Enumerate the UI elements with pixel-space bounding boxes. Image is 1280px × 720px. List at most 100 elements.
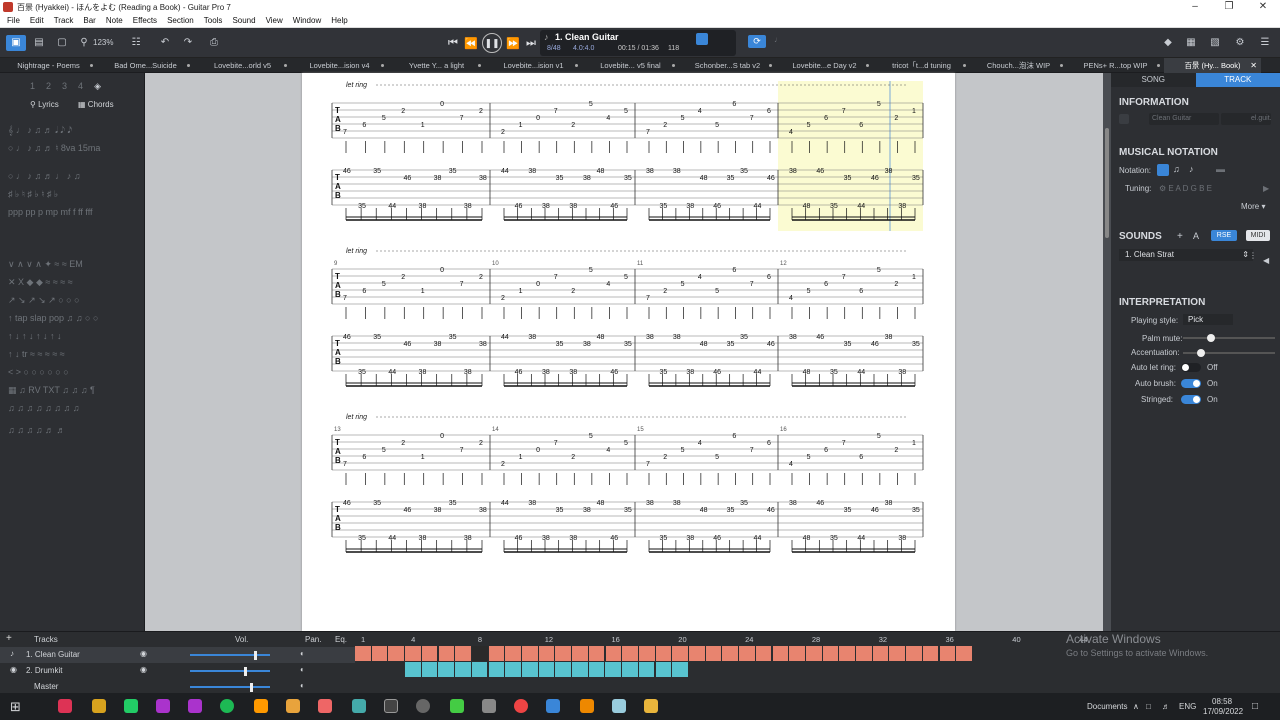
tab-document[interactable]: Schonber...S tab v2 xyxy=(679,58,776,73)
language-indicator[interactable]: ENG xyxy=(1179,702,1196,711)
notifications-icon[interactable]: □ xyxy=(1252,701,1258,712)
chords-button[interactable]: ▦ Chords xyxy=(78,98,114,112)
score-notation[interactable]: let ringTAB 76521072210725457254567645676… xyxy=(302,73,955,631)
pan-knob-icon[interactable]: ◐ xyxy=(300,649,305,658)
guitar-bar-block[interactable] xyxy=(622,646,638,661)
guitar-bar-block[interactable] xyxy=(538,646,555,661)
accentuation-slider[interactable] xyxy=(1183,349,1275,357)
drum-bar-block[interactable] xyxy=(622,662,638,677)
add-track-icon[interactable]: + xyxy=(6,633,12,644)
guitar-bar-block[interactable] xyxy=(906,646,922,661)
guitar-bar-block[interactable] xyxy=(772,646,789,661)
fretboard-icon[interactable]: ▦ xyxy=(1183,35,1199,51)
guitar-bar-block[interactable] xyxy=(839,646,855,661)
menu-edit[interactable]: Edit xyxy=(25,14,49,28)
firefox-icon[interactable] xyxy=(318,699,332,713)
notation-tab-icon[interactable]: ♫ xyxy=(1173,164,1185,176)
tab-document[interactable]: tricot「t...d tuning xyxy=(873,58,970,73)
redo-icon[interactable]: ↷ xyxy=(179,35,197,51)
text-icon[interactable]: ▦ ♫ RV TXT ♫ ♫ ♫ ¶ xyxy=(8,385,95,396)
tab-document[interactable]: Lovebite...orld v5 xyxy=(194,58,291,73)
guitar-bar-block[interactable] xyxy=(872,646,889,661)
tab-document[interactable]: Lovebite...ision v4 xyxy=(291,58,388,73)
tab-document[interactable]: PENs+ R...top WIP xyxy=(1067,58,1164,73)
guitar-bar-block[interactable] xyxy=(739,646,755,661)
guitar-pro-taskbar-icon[interactable] xyxy=(546,699,560,713)
drum-bar-block[interactable] xyxy=(438,662,455,677)
app-icon-10[interactable] xyxy=(352,699,366,713)
rest-icon[interactable]: ○ ♩ ♪ ♫ ♬ ♩ ♪ ♫ xyxy=(8,171,80,181)
palm-mute-slider[interactable] xyxy=(1183,334,1275,342)
trill-icon[interactable]: ↑ ↓ tr ≈ ≈ ≈ ≈ ≈ xyxy=(8,349,65,359)
voice-4-button[interactable]: 4 xyxy=(78,81,83,92)
menu-file[interactable]: File xyxy=(2,14,25,28)
guitar-bar-block[interactable] xyxy=(889,646,906,661)
drum-bar-block[interactable] xyxy=(588,662,605,677)
drum-bar-block[interactable] xyxy=(555,662,571,677)
guitar-bar-block[interactable] xyxy=(856,646,872,661)
guitar-bar-block[interactable] xyxy=(471,646,488,661)
start-icon[interactable]: ⊞ xyxy=(10,699,21,715)
app-icon-1[interactable] xyxy=(58,699,72,713)
keyboard-icon[interactable]: ▧ xyxy=(1207,35,1223,51)
tab-track[interactable]: TRACK xyxy=(1195,73,1280,87)
vlc-icon[interactable] xyxy=(254,699,268,713)
menu-help[interactable]: Help xyxy=(326,14,352,28)
guitar-bar-block[interactable] xyxy=(689,646,705,661)
dynamics-icon[interactable]: ppp pp p mp mf f ff fff xyxy=(8,207,93,217)
drum-bar-block[interactable] xyxy=(638,662,655,677)
guitar-bar-block[interactable] xyxy=(956,646,972,661)
track-name-field[interactable]: Clean Guitar xyxy=(1149,113,1219,125)
zoom-icon[interactable]: ⚲ xyxy=(78,35,90,51)
count-in-icon[interactable] xyxy=(696,33,708,45)
sound-selector[interactable]: 1. Clean Strat ⇕ xyxy=(1119,249,1253,261)
screen-view-icon[interactable]: ▢ xyxy=(52,35,72,51)
stringed-toggle[interactable] xyxy=(1181,395,1201,404)
file-explorer-icon[interactable] xyxy=(644,699,658,713)
page-view-icon[interactable]: ▣ xyxy=(6,35,26,51)
menu-view[interactable]: View xyxy=(261,14,288,28)
guitar-bar-block[interactable] xyxy=(588,646,605,661)
tab-document[interactable]: Lovebite...ision v1 xyxy=(485,58,582,73)
drum-bar-block[interactable] xyxy=(505,662,521,677)
instrument-field[interactable]: el.guit. xyxy=(1221,113,1272,125)
tray-expand-icon[interactable]: ∧ xyxy=(1133,702,1139,711)
drum-bar-block[interactable] xyxy=(572,662,588,677)
menu-section[interactable]: Section xyxy=(162,14,199,28)
minimize-button[interactable]: – xyxy=(1178,0,1212,14)
scrollbar-thumb[interactable] xyxy=(1105,128,1109,238)
guitar-volume-slider[interactable] xyxy=(190,651,270,660)
guitar-bar-block[interactable] xyxy=(355,646,371,661)
undo-icon[interactable]: ↶ xyxy=(156,35,174,51)
close-tab-icon[interactable]: ✕ xyxy=(1250,58,1257,73)
sound-menu-icon[interactable]: ⋮ xyxy=(1249,251,1257,260)
lcd-track-name[interactable]: 1. Clean Guitar xyxy=(555,32,619,42)
guitar-bar-block[interactable] xyxy=(405,646,421,661)
tab-document[interactable]: Lovebite... v5 final xyxy=(582,58,679,73)
drum-bar-block[interactable] xyxy=(521,662,538,677)
guitar-bar-block[interactable] xyxy=(555,646,572,661)
tab-document[interactable]: Chouch...泡沫 WIP xyxy=(970,58,1067,73)
app-icon-5[interactable] xyxy=(188,699,202,713)
guitar-bar-block[interactable] xyxy=(672,646,688,661)
guitar-bar-block[interactable] xyxy=(722,646,739,661)
drum-bar-block[interactable] xyxy=(605,662,622,677)
drum-bar-block[interactable] xyxy=(538,662,555,677)
menu-tools[interactable]: Tools xyxy=(199,14,228,28)
pause-icon[interactable]: ❚❚ xyxy=(482,33,502,53)
loop-icon[interactable]: ⟳ xyxy=(748,35,766,48)
horizontal-view-icon[interactable]: ▤ xyxy=(29,35,49,51)
next-bar-icon[interactable]: ⏩ xyxy=(506,37,520,50)
folder-icon[interactable] xyxy=(92,699,106,713)
app-icon-11[interactable] xyxy=(384,699,398,713)
track-row-drums[interactable]: ◉ 2. Drumkit ◉ ◐ xyxy=(0,663,355,679)
guitar-bar-block[interactable] xyxy=(438,646,455,661)
score-scrollbar[interactable] xyxy=(1103,73,1111,631)
menu-sound[interactable]: Sound xyxy=(227,14,260,28)
guitar-bar-block[interactable] xyxy=(805,646,822,661)
guitar-bar-block[interactable] xyxy=(572,646,588,661)
pan-knob-icon[interactable]: ◐ xyxy=(300,681,305,690)
app-icon-8[interactable] xyxy=(286,699,300,713)
last-bar-icon[interactable]: ⏭ xyxy=(524,37,538,50)
tuning-arrow-icon[interactable]: ▶ xyxy=(1263,184,1269,193)
